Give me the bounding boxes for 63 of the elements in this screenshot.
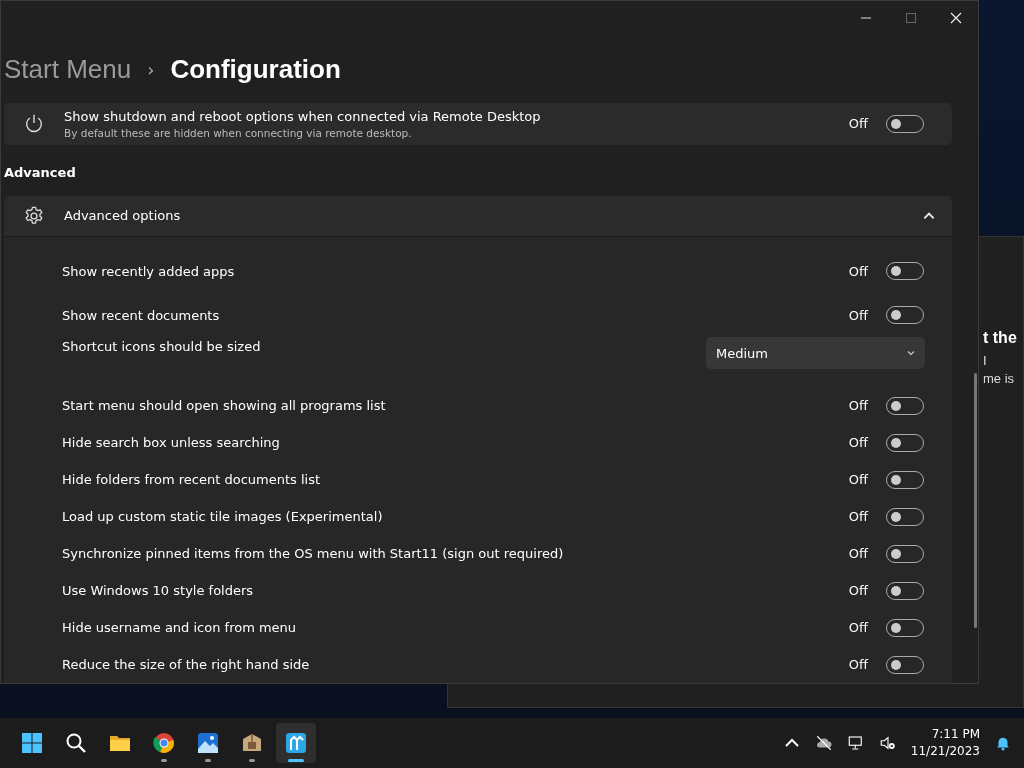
taskbar-button[interactable] bbox=[276, 723, 316, 763]
toggle-state-label: Off bbox=[848, 307, 868, 323]
toggle-state-label: Off bbox=[848, 620, 868, 635]
setting-label: Synchronize pinned items from the OS menu with Start11 (sign out required) bbox=[62, 546, 564, 561]
toggle-state-label: Off bbox=[848, 509, 868, 524]
setting-description: By default these are hidden when connecting via remote desktop. bbox=[64, 126, 413, 139]
maximize-icon[interactable] bbox=[905, 12, 917, 24]
running-indicator bbox=[161, 759, 167, 762]
toggle-switch[interactable] bbox=[886, 396, 924, 415]
search-icon bbox=[64, 731, 88, 755]
section-heading: Advanced bbox=[4, 164, 77, 180]
browser-icon bbox=[152, 731, 176, 755]
setting-label: Show recently added apps bbox=[62, 263, 235, 279]
toggle-state-label: Off bbox=[848, 657, 868, 672]
gear-icon bbox=[23, 204, 45, 227]
running-indicator bbox=[288, 759, 304, 762]
setting-label: Show recent documents bbox=[62, 307, 220, 323]
breadcrumb-link[interactable]: Start Menu bbox=[4, 53, 132, 85]
power-icon bbox=[23, 112, 45, 135]
page-title: Configuration bbox=[170, 53, 341, 85]
running-indicator bbox=[249, 759, 255, 762]
text-fragment: I bbox=[983, 353, 988, 368]
toggle-state-label: Off bbox=[848, 472, 868, 487]
setting-label: Reduce the size of the right hand side bbox=[62, 657, 310, 672]
toggle-switch[interactable] bbox=[886, 544, 924, 563]
toggle-state-label: Off bbox=[848, 435, 868, 450]
text-fragment: t the bbox=[983, 329, 1018, 347]
toggle-switch[interactable] bbox=[886, 507, 924, 526]
running-indicator bbox=[205, 759, 211, 762]
expander-header[interactable]: Advanced options bbox=[4, 195, 952, 237]
toggle-switch[interactable] bbox=[886, 618, 924, 637]
setting-label: Shortcut icons should be sized bbox=[62, 339, 261, 354]
size-dropdown[interactable]: Medium bbox=[706, 337, 925, 369]
speaker-muted-icon[interactable] bbox=[878, 734, 897, 752]
photos-icon bbox=[196, 731, 220, 755]
setting-label: Use Windows 10 style folders bbox=[62, 583, 254, 598]
toggle-state-label: Off bbox=[848, 116, 868, 132]
close-icon[interactable] bbox=[950, 12, 962, 24]
toggle-switch[interactable] bbox=[886, 262, 924, 280]
setting-label: Hide search box unless searching bbox=[62, 435, 280, 450]
toggle-switch[interactable] bbox=[886, 114, 924, 133]
start-icon bbox=[20, 731, 44, 755]
toggle-switch[interactable] bbox=[886, 433, 924, 452]
app-icon bbox=[284, 731, 308, 755]
setting-label: Hide folders from recent documents list bbox=[62, 472, 321, 487]
clock[interactable]: 7:11 PM 11/21/2023 bbox=[910, 726, 980, 760]
cloud-off-icon[interactable] bbox=[814, 734, 833, 752]
chevron-separator: › bbox=[147, 58, 155, 80]
toggle-state-label: Off bbox=[848, 583, 868, 598]
toggle-state-label: Off bbox=[848, 546, 868, 561]
network-icon[interactable] bbox=[846, 734, 865, 752]
setting-title: Show shutdown and reboot options when connected via Remote Desktop bbox=[64, 108, 542, 124]
setting-label: Start menu should open showing all programs list bbox=[62, 398, 386, 413]
text-fragment: me is bbox=[983, 371, 1016, 386]
toggle-state-label: Off bbox=[848, 263, 868, 279]
toggle-switch[interactable] bbox=[886, 470, 924, 489]
setting-label: Hide username and icon from menu bbox=[62, 620, 297, 635]
toggle-switch[interactable] bbox=[886, 655, 924, 674]
scrollbar[interactable] bbox=[974, 373, 977, 628]
toggle-state-label: Off bbox=[848, 398, 868, 413]
setting-label: Load up custom static tile images (Experimental) bbox=[62, 509, 383, 524]
toggle-switch[interactable] bbox=[886, 581, 924, 600]
toggle-switch[interactable] bbox=[886, 306, 924, 324]
